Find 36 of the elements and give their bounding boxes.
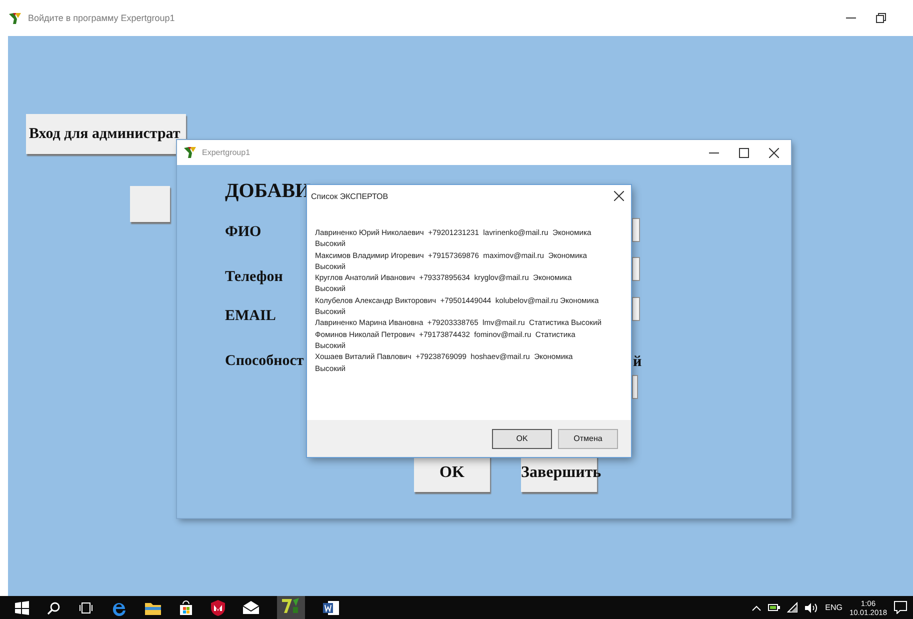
caret-up-icon[interactable]: [752, 604, 762, 610]
search-icon[interactable]: [47, 600, 61, 614]
app-logo-icon: [8, 12, 22, 24]
dialog-title: Список ЭКСПЕРТОВ: [311, 192, 388, 200]
window-title: Войдите в программу Expertgroup1: [28, 13, 175, 23]
field-label: ФИО: [225, 224, 262, 242]
envelope-icon[interactable]: [243, 601, 259, 614]
close-icon[interactable]: [614, 191, 624, 201]
field-label: й: [633, 354, 642, 371]
app-logo-icon[interactable]: [281, 596, 301, 614]
field-label: Способност: [225, 353, 304, 371]
input-field[interactable]: [632, 257, 640, 281]
battery-icon[interactable]: [768, 603, 780, 612]
app-logo-icon: [183, 146, 197, 159]
input-field[interactable]: [632, 375, 638, 399]
windows-start-icon[interactable]: [15, 600, 29, 614]
network-icon[interactable]: [787, 602, 798, 613]
ok-button[interactable]: OK: [492, 428, 552, 448]
notification-icon[interactable]: [894, 601, 907, 614]
language-indicator[interactable]: ENG: [825, 603, 842, 612]
store-bag-icon[interactable]: [179, 600, 193, 616]
maximize-icon[interactable]: [739, 148, 749, 158]
task-view-icon[interactable]: [79, 600, 93, 614]
field-label: EMAIL: [225, 308, 276, 326]
speaker-icon[interactable]: [805, 602, 818, 612]
input-field[interactable]: [632, 218, 640, 242]
shield-icon[interactable]: [211, 600, 225, 616]
field-label: Телефон: [225, 269, 283, 287]
input-field[interactable]: [632, 297, 640, 321]
restore-icon[interactable]: [876, 13, 886, 23]
folder-icon[interactable]: [145, 600, 161, 614]
word-document-icon[interactable]: [323, 600, 339, 616]
window-title: Expertgroup1: [202, 148, 250, 157]
admin-login-button[interactable]: Вход для администрат: [26, 114, 186, 154]
cancel-button[interactable]: Отмена: [558, 428, 618, 448]
close-icon[interactable]: [769, 148, 779, 158]
